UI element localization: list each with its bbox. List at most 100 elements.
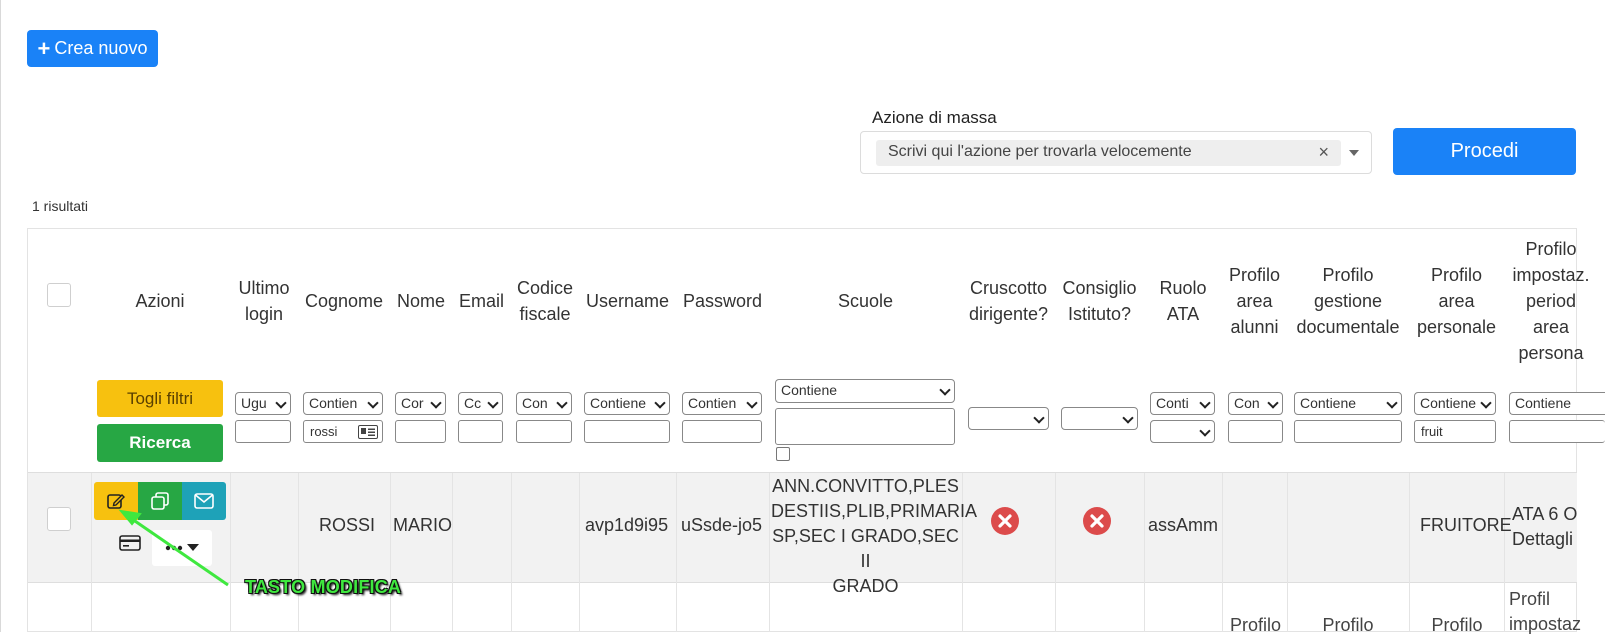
cell-scuole-line: ANN.CONVITTO,PLES bbox=[772, 476, 959, 496]
filter-personale-op[interactable]: Contiene bbox=[1414, 392, 1496, 415]
filter-scuole-input[interactable] bbox=[775, 408, 955, 445]
filter-op-text: Conti bbox=[1156, 395, 1189, 411]
filter-op-text: Con bbox=[522, 395, 548, 411]
filter-cognome-op[interactable]: Contien bbox=[303, 392, 383, 415]
edit-icon bbox=[107, 494, 125, 509]
filter-ultimo-login-op[interactable]: Ugu bbox=[235, 392, 291, 415]
page-left-border bbox=[0, 0, 1, 632]
header-scuole[interactable]: Scuole bbox=[771, 288, 960, 314]
header-profilo-personale[interactable]: Profilo area personale bbox=[1411, 262, 1502, 340]
header-profilo-alunni[interactable]: Profilo area alunni bbox=[1224, 262, 1285, 340]
mail-icon bbox=[194, 493, 214, 509]
filter-ruolo-select[interactable] bbox=[1150, 420, 1215, 443]
col-divider bbox=[579, 473, 580, 632]
row-divider bbox=[28, 472, 1577, 473]
chevron-down-icon bbox=[556, 397, 568, 409]
card-button[interactable] bbox=[117, 530, 143, 556]
header-profilo-impostazioni[interactable]: Profilo impostaz. period area persona bbox=[1506, 236, 1596, 366]
col-divider bbox=[676, 473, 677, 632]
header-codice-fiscale[interactable]: Codice fiscale bbox=[513, 275, 577, 327]
chevron-down-icon bbox=[430, 397, 442, 409]
filter-personale-input[interactable]: fruit bbox=[1414, 420, 1496, 443]
filter-op-text: Contiene bbox=[781, 382, 838, 398]
select-all-checkbox[interactable] bbox=[47, 283, 71, 307]
filter-cf-input[interactable] bbox=[516, 420, 572, 443]
filter-op-text: Contiene bbox=[1420, 395, 1477, 411]
filter-impostazioni-op[interactable]: Contiene bbox=[1509, 392, 1605, 415]
chevron-down-icon bbox=[1199, 425, 1211, 437]
filter-personale-value: fruit bbox=[1421, 424, 1443, 439]
header-cruscotto[interactable]: Cruscotto dirigente? bbox=[964, 275, 1053, 327]
next-row-profilo-gestione: Profilo bbox=[1322, 615, 1374, 635]
header-consiglio[interactable]: Consiglio Istituto? bbox=[1057, 275, 1142, 327]
header-cognome[interactable]: Cognome bbox=[300, 288, 388, 314]
filter-username-input[interactable] bbox=[584, 420, 670, 443]
filter-nome-input[interactable] bbox=[395, 420, 446, 443]
chevron-down-icon bbox=[1199, 397, 1211, 409]
row-select-checkbox[interactable] bbox=[47, 507, 71, 531]
filter-gestione-input[interactable] bbox=[1294, 420, 1402, 443]
cell-scuole-line: GRADO bbox=[832, 576, 899, 596]
filter-email-input[interactable] bbox=[458, 420, 503, 443]
filter-cruscotto-select[interactable] bbox=[968, 407, 1049, 430]
header-ruolo-ata[interactable]: Ruolo ATA bbox=[1146, 275, 1220, 327]
filter-nome-op[interactable]: Cor bbox=[395, 392, 446, 415]
next-row-impost-line: impostaz bbox=[1509, 614, 1582, 634]
header-nome[interactable]: Nome bbox=[392, 288, 450, 314]
more-actions-dropdown[interactable] bbox=[152, 530, 212, 566]
clear-icon[interactable]: × bbox=[1318, 142, 1329, 163]
filter-consiglio-select[interactable] bbox=[1061, 407, 1138, 430]
filter-cf-op[interactable]: Con bbox=[516, 392, 572, 415]
col-divider bbox=[1504, 473, 1505, 632]
filter-scuole-op[interactable]: Contiene bbox=[775, 379, 955, 403]
header-ultimo-login[interactable]: Ultimo login bbox=[232, 275, 296, 327]
filter-password-input[interactable] bbox=[682, 420, 762, 443]
search-button[interactable]: Ricerca bbox=[97, 424, 223, 462]
mass-action-placeholder: Scrivi qui l'azione per trovarla velocem… bbox=[888, 143, 1192, 160]
filter-alunni-input[interactable] bbox=[1228, 420, 1283, 443]
filter-alunni-op[interactable]: Con bbox=[1228, 392, 1283, 415]
next-row-profilo-personale: Profilo bbox=[1431, 615, 1483, 635]
mass-action-select[interactable]: Scrivi qui l'azione per trovarla velocem… bbox=[860, 131, 1372, 174]
next-row-impost-line: Profil bbox=[1509, 589, 1551, 609]
edit-button[interactable] bbox=[94, 482, 138, 520]
col-divider bbox=[1055, 473, 1056, 632]
filter-gestione-op[interactable]: Contiene bbox=[1294, 392, 1402, 415]
filter-impostazioni-input[interactable] bbox=[1509, 420, 1605, 443]
x-circle-icon bbox=[1083, 507, 1111, 535]
filter-op-text: Contiene bbox=[590, 395, 647, 411]
chevron-down-icon bbox=[1122, 412, 1134, 424]
filter-username-op[interactable]: Contiene bbox=[584, 392, 670, 415]
header-password[interactable]: Password bbox=[678, 288, 767, 314]
send-mail-button[interactable] bbox=[182, 482, 226, 520]
cell-nome: MARIO bbox=[393, 515, 453, 535]
chevron-down-icon bbox=[746, 397, 758, 409]
cell-scuole: ANN.CONVITTO,PLES DESTIIS,PLIB,PRIMARIA … bbox=[771, 474, 978, 599]
filter-ultimo-login-input[interactable] bbox=[235, 420, 291, 443]
filter-op-text: Con bbox=[1234, 395, 1260, 411]
filter-cognome-input[interactable]: rossi bbox=[303, 420, 383, 443]
cell-profilo-impostazioni: ATA 6 O Dettagli bbox=[1512, 502, 1605, 552]
chevron-down-icon bbox=[654, 397, 666, 409]
filter-op-text: Ugu bbox=[241, 395, 267, 411]
caret-down-icon bbox=[187, 544, 199, 551]
filter-email-op[interactable]: Cc bbox=[458, 392, 503, 415]
chevron-down-icon bbox=[1033, 412, 1045, 424]
header-username[interactable]: Username bbox=[581, 288, 674, 314]
plus-icon: + bbox=[37, 35, 51, 61]
col-divider bbox=[769, 473, 770, 632]
caret-down-icon[interactable] bbox=[1349, 150, 1359, 156]
filter-scuole-checkbox[interactable] bbox=[776, 447, 790, 461]
create-new-button[interactable]: + Crea nuovo bbox=[27, 30, 158, 67]
header-email[interactable]: Email bbox=[454, 288, 509, 314]
filter-password-op[interactable]: Contien bbox=[682, 392, 762, 415]
col-divider bbox=[1287, 473, 1288, 632]
proceed-button[interactable]: Procedi bbox=[1393, 128, 1576, 175]
filter-ruolo-op[interactable]: Conti bbox=[1150, 392, 1215, 415]
copy-icon bbox=[151, 492, 169, 510]
col-divider bbox=[230, 473, 231, 632]
cell-scuole-line: DESTIIS,PLIB,PRIMARIA bbox=[771, 501, 978, 521]
header-profilo-gestione[interactable]: Profilo gestione documentale bbox=[1289, 262, 1407, 340]
duplicate-button[interactable] bbox=[138, 482, 182, 520]
clear-filters-button[interactable]: Togli filtri bbox=[97, 380, 223, 417]
